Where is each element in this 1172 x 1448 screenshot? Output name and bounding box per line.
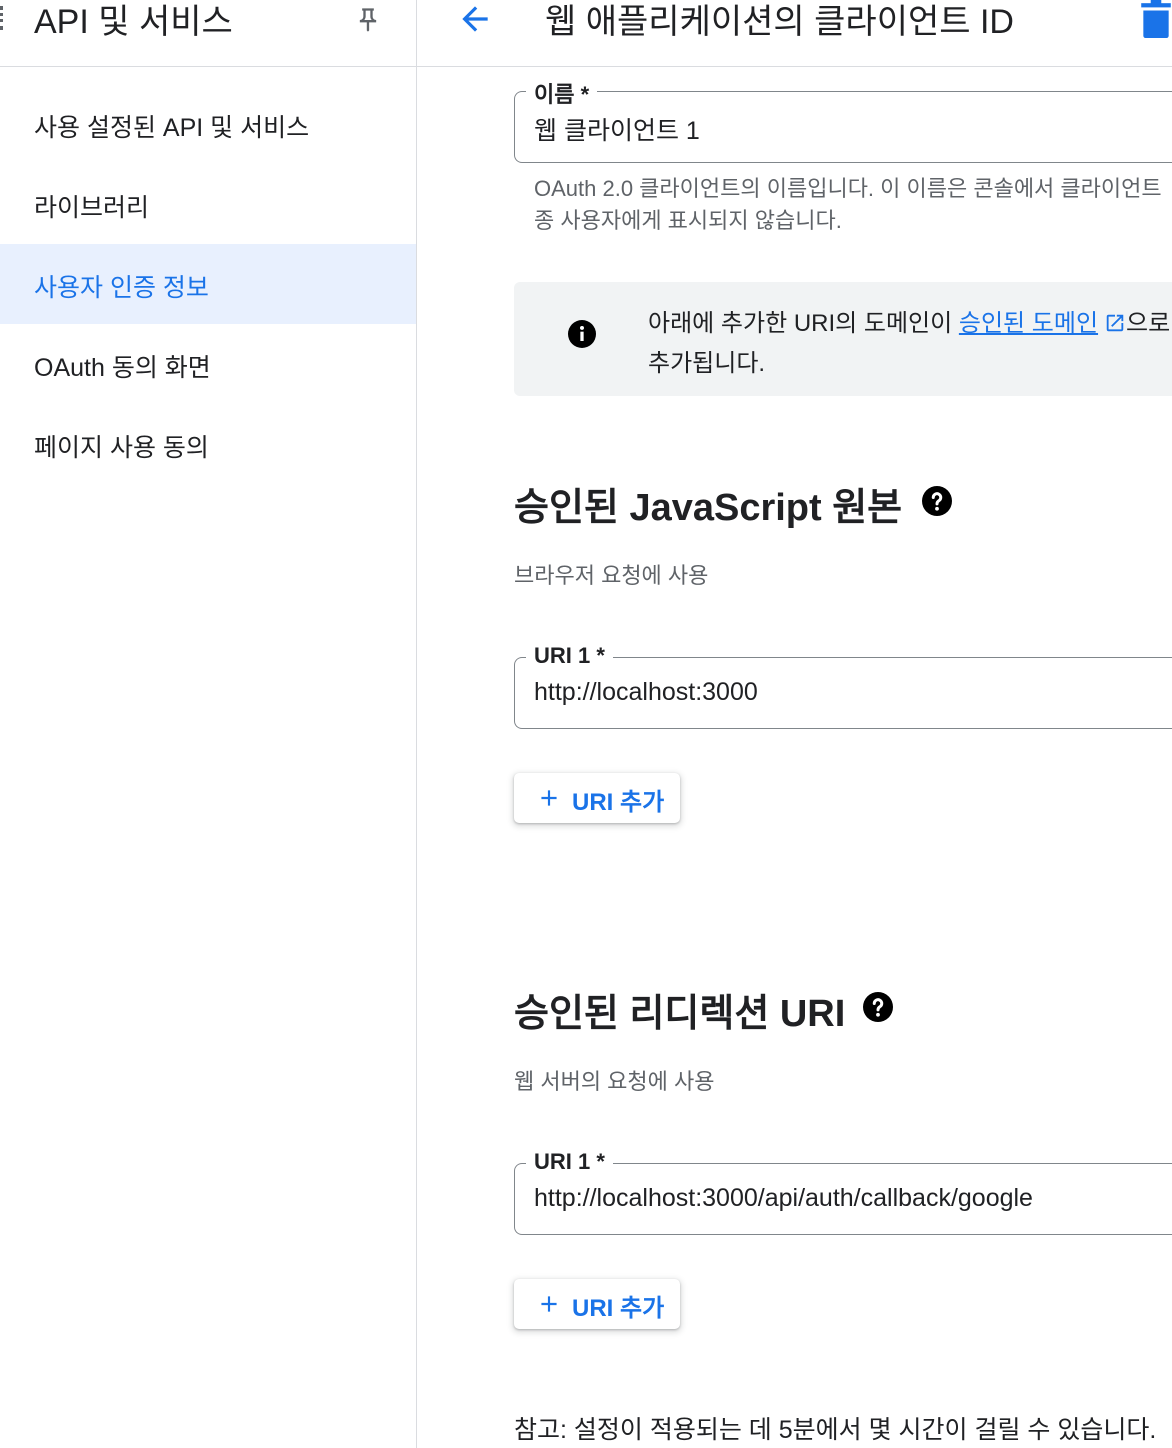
help-icon[interactable] (922, 486, 952, 516)
pin-icon[interactable] (354, 4, 382, 36)
redirect-uris-title: 승인된 리디렉션 URI (514, 993, 846, 1035)
sidebar-title: API 및 서비스 (34, 3, 233, 41)
sidebar: API 및 서비스 사용 설정된 API 및 서비스 라이브러리 사용자 인증 … (0, 0, 417, 1448)
settings-note: 참고: 설정이 적용되는 데 5분에서 몇 시간이 걸릴 수 있습니다. (514, 1416, 1157, 1444)
add-js-origin-uri-button[interactable]: URI 추가 (514, 773, 680, 823)
more-menu-icon[interactable] (0, 6, 7, 30)
sidebar-item-label: 페이지 사용 동의 (34, 434, 209, 462)
authorized-domains-link[interactable]: 승인된 도메인 (959, 310, 1098, 337)
sidebar-item-library[interactable]: 라이브러리 (0, 164, 416, 244)
js-origin-uri-label: URI 1 * (526, 643, 613, 669)
sidebar-header: API 및 서비스 (0, 0, 416, 67)
info-icon (568, 320, 596, 348)
add-redirect-uri-button[interactable]: URI 추가 (514, 1279, 680, 1329)
sidebar-item-enabled-apis[interactable]: 사용 설정된 API 및 서비스 (0, 84, 416, 164)
help-icon[interactable] (863, 992, 893, 1022)
redirect-uri-label: URI 1 * (526, 1149, 613, 1175)
info-text: 아래에 추가한 URI의 도메인이 승인된 도메인 으로 (648, 303, 1170, 338)
add-uri-label: URI 추가 (572, 1295, 665, 1322)
back-arrow-icon[interactable] (454, 0, 496, 38)
name-field-label: 이름 * (526, 77, 598, 109)
add-uri-label: URI 추가 (572, 789, 665, 816)
info-text-line2: 추가됩니다. (648, 350, 766, 377)
name-helper-text: OAuth 2.0 클라이언트의 이름입니다. 이 이름은 콘솔에서 클라이언트 (534, 176, 1162, 201)
sidebar-item-oauth-consent[interactable]: OAuth 동의 화면 (0, 324, 416, 404)
external-link-icon (1106, 314, 1124, 332)
sidebar-item-label: 사용자 인증 정보 (34, 274, 209, 302)
sidebar-item-label: 사용 설정된 API 및 서비스 (34, 114, 310, 142)
info-text-part: 아래에 추가한 URI의 도메인이 (648, 310, 959, 337)
name-helper-text-2: 종 사용자에게 표시되지 않습니다. (534, 208, 842, 233)
js-origin-uri-value[interactable]: http://localhost:3000 (534, 678, 758, 707)
name-field-value[interactable]: 웹 클라이언트 1 (534, 111, 700, 147)
plus-icon (541, 1296, 557, 1312)
info-box (514, 282, 1172, 396)
redirect-uris-description: 웹 서버의 요청에 사용 (514, 1069, 715, 1094)
js-origins-title: 승인된 JavaScript 원본 (514, 487, 903, 529)
sidebar-item-page-usage-agreement[interactable]: 페이지 사용 동의 (0, 404, 416, 484)
sidebar-item-credentials[interactable]: 사용자 인증 정보 (0, 244, 416, 324)
delete-icon[interactable] (1140, 0, 1172, 38)
sidebar-item-label: OAuth 동의 화면 (34, 354, 211, 382)
redirect-uri-value[interactable]: http://localhost:3000/api/auth/callback/… (534, 1184, 1033, 1213)
page-title: 웹 애플리케이션의 클라이언트 ID (545, 3, 1014, 41)
plus-icon (541, 790, 557, 806)
info-text-part: 으로 (1126, 310, 1171, 337)
sidebar-item-label: 라이브러리 (34, 194, 150, 222)
js-origins-description: 브라우저 요청에 사용 (514, 563, 709, 588)
